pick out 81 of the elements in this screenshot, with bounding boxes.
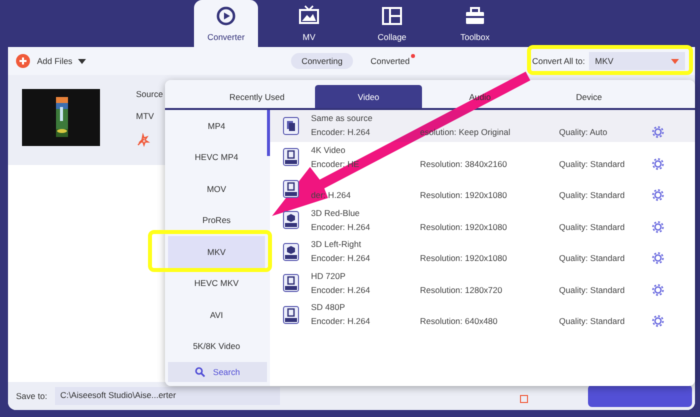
cube-icon [282, 242, 298, 261]
format-item[interactable]: 5K/8K Video [168, 336, 265, 356]
nav-tab[interactable]: Toolbox [443, 0, 507, 47]
format-item[interactable]: MOV [168, 178, 265, 199]
scrollbar[interactable] [267, 110, 270, 156]
convert-all-button[interactable] [588, 385, 692, 407]
preset-row[interactable]: HD 720P Encoder: H.264 Resolution: 1280x720 Quality: Standard [270, 268, 695, 299]
encoder-text: der: H.264 [311, 190, 351, 200]
settings-icon[interactable] [652, 126, 664, 138]
film-icon [282, 306, 298, 324]
format-item[interactable]: AVI [168, 304, 265, 325]
encoder-text: Encoder: H.264 [311, 222, 370, 232]
nav-tab[interactable]: MV [277, 0, 341, 47]
format-item[interactable]: HEVC MP4 [168, 147, 265, 168]
quality-text: Quality: Standard [559, 190, 625, 200]
preset-name: 4K Video [311, 144, 346, 155]
preset-row[interactable]: 3D Left-Right Encoder: H.264 Resolution: 1920x1080 Quality: Standard [270, 236, 695, 268]
film-icon [282, 148, 298, 166]
quality-text: Quality: Standard [559, 253, 625, 264]
resolution-text: Resolution: 640x480 [420, 316, 498, 326]
search-icon [195, 367, 206, 377]
search-button[interactable]: Search [168, 362, 267, 382]
preset-name: 3D Red-Blue [311, 208, 360, 218]
preset-name: 3D Left-Right [311, 239, 362, 250]
nav-tab[interactable]: Converter [194, 0, 258, 47]
format-item[interactable]: MP4 [168, 116, 265, 136]
settings-icon[interactable] [652, 284, 664, 296]
encoder-text: Encoder: H.264 [311, 316, 370, 326]
nav-tab[interactable]: Collage [360, 0, 424, 47]
copy-icon [282, 116, 298, 135]
layout-grid-icon [381, 5, 403, 27]
caret-down-icon [78, 58, 86, 64]
add-files-button[interactable]: Add Files [16, 54, 72, 68]
resolution-text: Resolution: 1920x1080 [420, 190, 507, 200]
resolution-text: Resolution: 1920x1080 [420, 253, 507, 264]
encoder-text: Encoder: H.264 [311, 284, 370, 295]
format-item[interactable]: MKV [168, 236, 265, 268]
plus-icon [16, 54, 30, 68]
toolbox-icon [464, 5, 486, 27]
quality-text: Quality: Standard [559, 316, 625, 326]
encoder-text: Encoder: H.264 [311, 253, 370, 264]
encoder-text: Encoder: H.264 [311, 127, 370, 138]
preset-row[interactable]: 3D Red-Blue Encoder: H.264 Resolution: 1920x1080 Quality: Standard [270, 204, 695, 236]
quality-text: Quality: Standard [559, 222, 625, 232]
cube-icon [282, 211, 298, 230]
settings-icon[interactable] [652, 220, 664, 233]
play-circle-icon [215, 5, 237, 27]
settings-icon[interactable] [652, 189, 664, 202]
view-tab[interactable]: Converting [291, 53, 353, 69]
quality-text: Quality: Standard [559, 158, 625, 169]
preset-row[interactable]: SD 480P Encoder: H.264 Resolution: 640x480 Quality: Standard [270, 299, 695, 330]
preset-name: HD 720P [311, 270, 346, 281]
preset-name: SD 480P [311, 302, 346, 312]
convert-all-label: Convert All to: [532, 56, 585, 66]
source-label: Source [136, 89, 163, 99]
format-select[interactable]: MKV [589, 52, 685, 70]
encoder-text: Encoder: HE [311, 158, 360, 169]
film-icon [282, 274, 298, 292]
quality-text: Quality: Auto [559, 127, 608, 138]
settings-icon[interactable] [652, 158, 664, 170]
resolution-text: Resolution: 3840x2160 [420, 158, 507, 169]
category-tab[interactable]: Device [538, 85, 640, 108]
view-tab[interactable]: Converted [360, 53, 420, 69]
resolution-text: Resolution: 1920x1080 [420, 222, 507, 232]
settings-icon[interactable] [652, 315, 664, 328]
category-tab[interactable]: Video [315, 85, 422, 108]
format-label: MTV [136, 111, 154, 121]
caret-down-icon [671, 58, 679, 64]
format-item[interactable]: HEVC MKV [168, 273, 265, 294]
quality-text: Quality: Standard [559, 284, 625, 295]
magic-wand-icon [136, 133, 150, 147]
category-tab[interactable]: Recently Used [205, 85, 309, 108]
preset-name: Same as source [311, 113, 372, 124]
save-to-label: Save to: [16, 391, 48, 401]
save-path-field[interactable]: C:\Aiseesoft Studio\Aise...erter [55, 387, 280, 405]
film-icon [282, 180, 298, 198]
settings-icon[interactable] [652, 252, 664, 264]
resolution-text: Resolution: 1280x720 [420, 284, 502, 295]
tv-icon [298, 5, 320, 27]
merge-checkbox[interactable] [520, 395, 528, 403]
format-item[interactable]: ProRes [168, 210, 265, 230]
